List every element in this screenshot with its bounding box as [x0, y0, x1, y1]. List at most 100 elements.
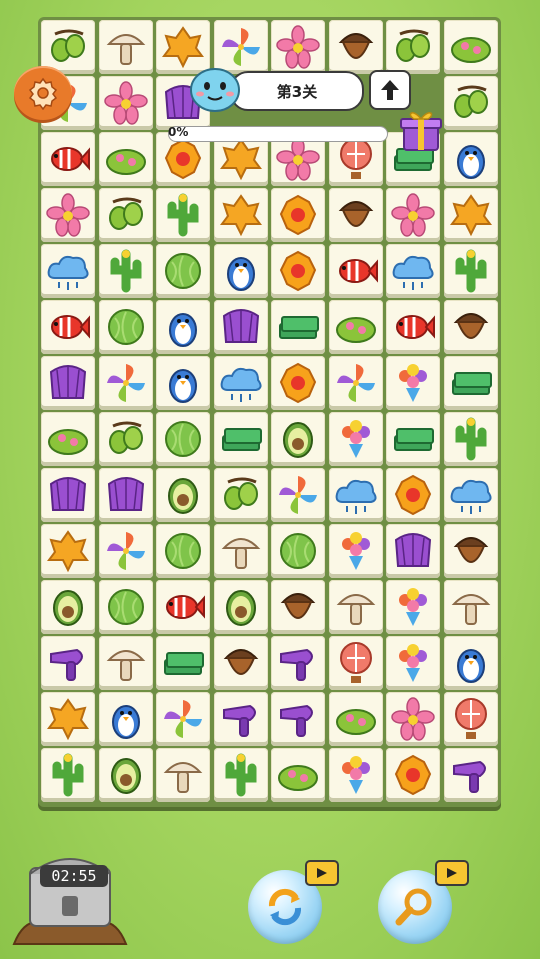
tile-flower[interactable] [386, 188, 440, 242]
tile-cash[interactable] [386, 412, 440, 466]
tile-hairdryer[interactable] [213, 692, 268, 746]
tile-fish[interactable] [156, 580, 210, 634]
tile-slipper[interactable] [98, 132, 153, 186]
tile-bouquet[interactable] [386, 580, 440, 634]
tile-olive[interactable] [98, 188, 153, 242]
tile-slipper[interactable] [443, 20, 498, 74]
tile-mushroom[interactable] [443, 580, 498, 634]
tile-avocado[interactable] [271, 412, 325, 466]
tile-cabbage[interactable] [98, 300, 153, 354]
tile-cash[interactable] [213, 412, 268, 466]
tile-fan[interactable] [98, 468, 153, 522]
tile-penguin[interactable] [156, 300, 210, 354]
tile-slipper[interactable] [271, 748, 325, 802]
tile-cash[interactable] [443, 356, 498, 410]
tile-olive[interactable] [98, 412, 153, 466]
tile-mushroom[interactable] [98, 20, 153, 74]
tile-cabbage[interactable] [271, 524, 325, 578]
tile-pinwheel[interactable] [98, 524, 153, 578]
tile-fish[interactable] [386, 300, 440, 354]
tile-avocado[interactable] [213, 580, 268, 634]
tile-olive[interactable] [443, 76, 498, 130]
tile-cloud[interactable] [443, 468, 498, 522]
tile-penguin[interactable] [98, 692, 153, 746]
tile-olive[interactable] [213, 468, 268, 522]
tile-acorn[interactable] [443, 524, 498, 578]
tile-pinwheel[interactable] [328, 356, 383, 410]
tile-pinwheel[interactable] [156, 692, 210, 746]
tile-slipper[interactable] [328, 300, 383, 354]
tile-hairdryer[interactable] [271, 636, 325, 690]
tile-penguin[interactable] [213, 244, 268, 298]
tile-mushroom[interactable] [98, 636, 153, 690]
tile-acorn[interactable] [271, 580, 325, 634]
tile-acorn[interactable] [213, 636, 268, 690]
gift-icon[interactable] [398, 108, 444, 152]
tile-flower[interactable] [98, 76, 153, 130]
tile-leaf[interactable] [443, 188, 498, 242]
tile-hairdryer[interactable] [41, 636, 95, 690]
tile-cactus[interactable] [156, 188, 210, 242]
tile-cabbage[interactable] [156, 412, 210, 466]
tile-bouquet[interactable] [386, 636, 440, 690]
tile-flower[interactable] [386, 692, 440, 746]
tile-olive[interactable] [386, 20, 440, 74]
tile-fan[interactable] [41, 356, 95, 410]
tile-fish[interactable] [41, 132, 95, 186]
tile-cabbage[interactable] [156, 524, 210, 578]
tile-slipper[interactable] [41, 412, 95, 466]
tile-flower[interactable] [41, 188, 95, 242]
tile-cactus[interactable] [443, 412, 498, 466]
tile-cactus[interactable] [98, 244, 153, 298]
level-up-button[interactable] [369, 70, 411, 110]
tile-bouquet[interactable] [386, 356, 440, 410]
tile-cactus[interactable] [213, 748, 268, 802]
tile-bouquet[interactable] [328, 412, 383, 466]
tile-mushroom[interactable] [213, 524, 268, 578]
tile-poppy[interactable] [386, 748, 440, 802]
settings-button[interactable] [14, 66, 72, 120]
tile-hairdryer[interactable] [271, 692, 325, 746]
tile-leaf[interactable] [41, 692, 95, 746]
tile-penguin[interactable] [443, 132, 498, 186]
tile-fan[interactable] [213, 300, 268, 354]
tile-penguin[interactable] [443, 636, 498, 690]
tile-cabbage[interactable] [98, 580, 153, 634]
tile-poppy[interactable] [386, 468, 440, 522]
tile-fish[interactable] [328, 244, 383, 298]
tile-pinwheel[interactable] [271, 468, 325, 522]
tile-acorn[interactable] [328, 188, 383, 242]
tile-avocado[interactable] [156, 468, 210, 522]
tile-avocado[interactable] [41, 580, 95, 634]
tile-bouquet[interactable] [328, 748, 383, 802]
tile-acorn[interactable] [328, 20, 383, 74]
tile-leaf[interactable] [213, 188, 268, 242]
tile-cloud[interactable] [41, 244, 95, 298]
tile-penguin[interactable] [156, 356, 210, 410]
tile-pinwheel[interactable] [98, 356, 153, 410]
treasure-chest-icon[interactable] [10, 838, 130, 954]
tile-hairdryer[interactable] [443, 748, 498, 802]
tile-bouquet[interactable] [328, 524, 383, 578]
tile-cloud[interactable] [386, 244, 440, 298]
tile-cloud[interactable] [213, 356, 268, 410]
tile-mushroom[interactable] [328, 580, 383, 634]
tile-fish[interactable] [41, 300, 95, 354]
tile-poppy[interactable] [271, 188, 325, 242]
tile-cash[interactable] [271, 300, 325, 354]
tile-slipper[interactable] [328, 692, 383, 746]
tile-leaf[interactable] [41, 524, 95, 578]
tile-balloon[interactable] [443, 692, 498, 746]
tile-cactus[interactable] [41, 748, 95, 802]
tile-flower[interactable] [271, 20, 325, 74]
tile-cabbage[interactable] [156, 244, 210, 298]
tile-balloon[interactable] [328, 636, 383, 690]
tile-fan[interactable] [386, 524, 440, 578]
tile-cloud[interactable] [328, 468, 383, 522]
tile-poppy[interactable] [271, 356, 325, 410]
tile-fan[interactable] [41, 468, 95, 522]
tile-acorn[interactable] [443, 300, 498, 354]
tile-avocado[interactable] [98, 748, 153, 802]
tile-poppy[interactable] [271, 244, 325, 298]
tile-cash[interactable] [156, 636, 210, 690]
